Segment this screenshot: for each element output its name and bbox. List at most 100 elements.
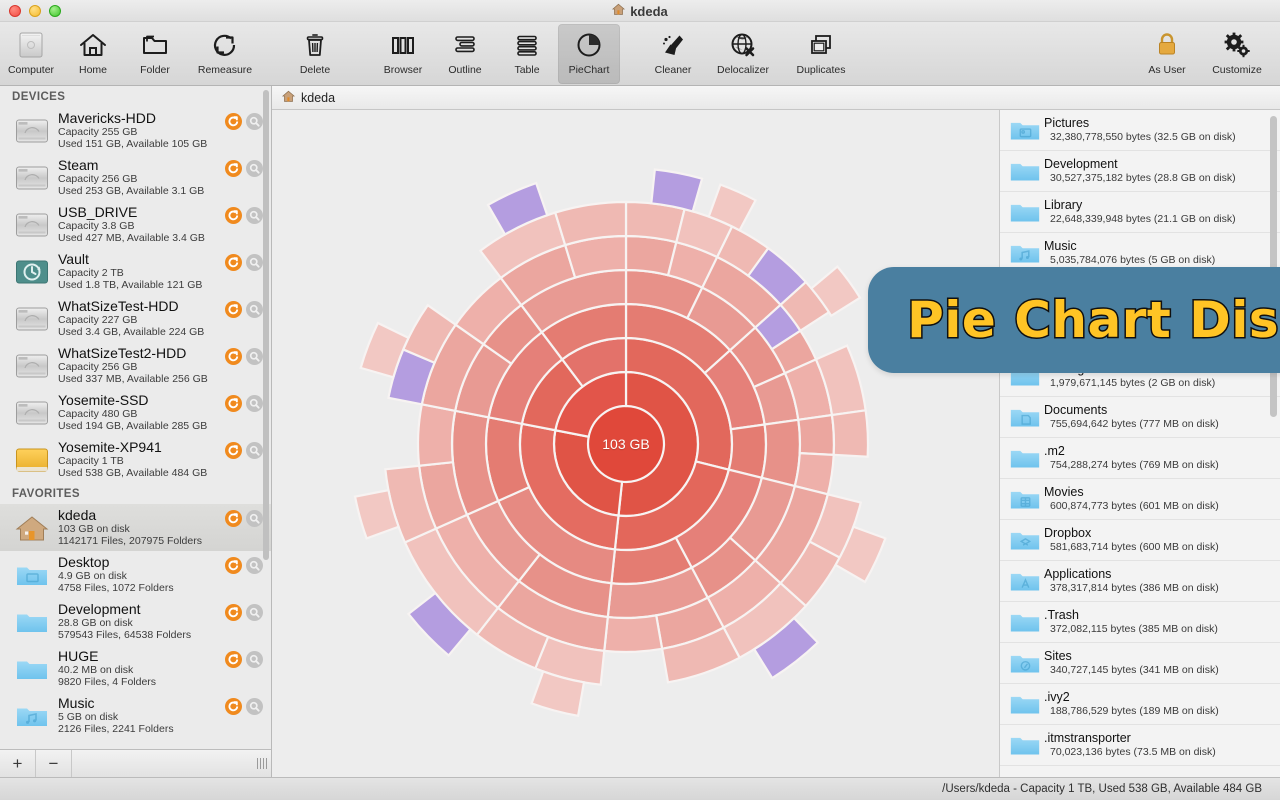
search-icon[interactable] xyxy=(246,207,263,224)
sidebar-item-music[interactable]: Music 5 GB on disk 2126 Files, 2241 Fold… xyxy=(0,692,271,739)
search-icon[interactable] xyxy=(246,254,263,271)
search-icon[interactable] xyxy=(246,301,263,318)
refresh-icon[interactable] xyxy=(225,348,242,365)
file-row-text: Pictures 32,380,778,550 bytes (32.5 GB o… xyxy=(1042,116,1266,144)
search-icon[interactable] xyxy=(246,160,263,177)
search-icon[interactable] xyxy=(246,113,263,130)
sidebar-item-capacity: Capacity 480 GB xyxy=(58,408,138,420)
file-row-name: Applications xyxy=(1044,567,1112,581)
toolbar-button-duplicates[interactable]: Duplicates xyxy=(782,24,860,84)
pie-chart-canvas[interactable]: 103 GB xyxy=(272,110,999,777)
toolbar-button-browser[interactable]: Browser xyxy=(372,24,434,84)
refresh-icon[interactable] xyxy=(225,160,242,177)
add-item-button[interactable]: + xyxy=(0,750,36,777)
sidebar-item-actions xyxy=(225,113,263,130)
search-icon[interactable] xyxy=(246,395,263,412)
file-list-row[interactable]: Movies 600,874,773 bytes (601 MB on disk… xyxy=(1000,479,1280,520)
sidebar-item-development[interactable]: Development 28.8 GB on disk 579543 Files… xyxy=(0,598,271,645)
sidebar-item-capacity: 28.8 GB on disk xyxy=(58,617,133,629)
file-list-row[interactable]: Pictures 32,380,778,550 bytes (32.5 GB o… xyxy=(1000,110,1280,151)
sidebar-item-capacity: Capacity 256 GB xyxy=(58,173,138,185)
file-row-name: .m2 xyxy=(1044,444,1065,458)
toolbar-button-as-user[interactable]: As User xyxy=(1136,24,1198,84)
sidebar-item-usb-drive[interactable]: USB_DRIVE Capacity 3.8 GB Used 427 MB, A… xyxy=(0,201,271,248)
toolbar-button-computer[interactable]: Computer xyxy=(0,24,62,84)
sidebar-section-devices: DEVICES xyxy=(12,91,66,103)
refresh-icon[interactable] xyxy=(225,207,242,224)
sidebar-item-usage: Used 253 GB, Available 3.1 GB xyxy=(58,185,205,197)
file-list-panel[interactable]: Pictures 32,380,778,550 bytes (32.5 GB o… xyxy=(999,110,1280,777)
refresh-icon[interactable] xyxy=(225,442,242,459)
file-list-row[interactable]: Documents 755,694,642 bytes (777 MB on d… xyxy=(1000,397,1280,438)
file-list-row[interactable]: .Trash 372,082,115 bytes (385 MB on disk… xyxy=(1000,602,1280,643)
remove-item-button[interactable]: − xyxy=(36,750,72,777)
toolbar-button-folder[interactable]: Folder xyxy=(124,24,186,84)
sidebar-item-kdeda[interactable]: kdeda 103 GB on disk 1142171 Files, 2079… xyxy=(0,504,271,551)
sites-folder-icon xyxy=(1008,649,1042,677)
file-list-row[interactable]: Dropbox 581,683,714 bytes (600 MB on dis… xyxy=(1000,520,1280,561)
toolbar-button-remeasure[interactable]: Remeasure xyxy=(186,24,264,84)
sidebar-item-yosemite-ssd[interactable]: Yosemite-SSD Capacity 480 GB Used 194 GB… xyxy=(0,389,271,436)
refresh-icon[interactable] xyxy=(225,301,242,318)
refresh-icon[interactable] xyxy=(225,698,242,715)
file-list-row[interactable]: .itmstransporter 70,023,136 bytes (73.5 … xyxy=(1000,725,1280,766)
toolbar-label: Duplicates xyxy=(796,64,846,76)
refresh-icon[interactable] xyxy=(225,395,242,412)
sidebar-item-usage: Used 3.4 GB, Available 224 GB xyxy=(58,326,205,338)
toolbar-button-delocalizer[interactable]: Delocalizer xyxy=(704,24,782,84)
sidebar-item-capacity: 4.9 GB on disk xyxy=(58,570,127,582)
sunburst-segment[interactable] xyxy=(727,423,768,480)
sunburst-segment[interactable] xyxy=(603,614,664,654)
sidebar-scrollbar[interactable] xyxy=(263,90,269,743)
file-list-row[interactable]: Sites 340,727,145 bytes (341 MB on disk) xyxy=(1000,643,1280,684)
search-icon[interactable] xyxy=(246,651,263,668)
toolbar-button-cleaner[interactable]: Cleaner xyxy=(642,24,704,84)
title-bar: kdeda xyxy=(0,0,1280,22)
search-icon[interactable] xyxy=(246,557,263,574)
sidebar-item-whatsizetest-hdd[interactable]: WhatSizeTest-HDD Capacity 227 GB Used 3.… xyxy=(0,295,271,342)
sidebar-item-huge[interactable]: HUGE 40.2 MB on disk 9820 Files, 4 Folde… xyxy=(0,645,271,692)
file-list-row[interactable]: Applications 378,317,814 bytes (386 MB o… xyxy=(1000,561,1280,602)
search-icon[interactable] xyxy=(246,604,263,621)
sunburst-segment[interactable] xyxy=(760,418,802,488)
search-icon[interactable] xyxy=(246,510,263,527)
sidebar-item-vault[interactable]: Vault Capacity 2 TB Used 1.8 TB, Availab… xyxy=(0,248,271,295)
toolbar-button-delete[interactable]: Delete xyxy=(284,24,346,84)
toolbar-button-home[interactable]: Home xyxy=(62,24,124,84)
toolbar-button-table[interactable]: Table xyxy=(496,24,558,84)
file-row-size: 30,527,375,182 bytes (28.8 GB on disk) xyxy=(1050,172,1236,184)
sidebar-item-desktop[interactable]: Desktop 4.9 GB on disk 4758 Files, 1072 … xyxy=(0,551,271,598)
sunburst-segment[interactable] xyxy=(797,413,836,457)
file-list-row[interactable]: Library 22,648,339,948 bytes (21.1 GB on… xyxy=(1000,192,1280,233)
toolbar-button-piechart[interactable]: PieChart xyxy=(558,24,620,84)
search-icon[interactable] xyxy=(246,348,263,365)
refresh-icon[interactable] xyxy=(225,510,242,527)
zoom-button[interactable] xyxy=(49,4,61,17)
file-row-size: 755,694,642 bytes (777 MB on disk) xyxy=(1050,418,1219,430)
close-button[interactable] xyxy=(9,4,21,17)
refresh-icon[interactable] xyxy=(225,604,242,621)
sidebar-item-mavericks-hdd[interactable]: Mavericks-HDD Capacity 255 GB Used 151 G… xyxy=(0,107,271,154)
toolbar-label: Cleaner xyxy=(654,64,692,76)
file-list-scrollbar[interactable] xyxy=(1270,116,1277,771)
sunburst-segment[interactable] xyxy=(416,403,457,467)
file-list-row[interactable]: .ivy2 188,786,529 bytes (189 MB on disk) xyxy=(1000,684,1280,725)
breadcrumb-label[interactable]: kdeda xyxy=(301,91,335,105)
sidebar-item-whatsizetest2-hdd[interactable]: WhatSizeTest2-HDD Capacity 256 GB Used 3… xyxy=(0,342,271,389)
search-icon[interactable] xyxy=(246,442,263,459)
file-list-row[interactable]: Development 30,527,375,182 bytes (28.8 G… xyxy=(1000,151,1280,192)
toolbar-button-outline[interactable]: Outline xyxy=(434,24,496,84)
refresh-icon[interactable] xyxy=(225,113,242,130)
sidebar-item-steam[interactable]: Steam Capacity 256 GB Used 253 GB, Avail… xyxy=(0,154,271,201)
file-list-row[interactable]: .m2 754,288,274 bytes (769 MB on disk) xyxy=(1000,438,1280,479)
refresh-icon[interactable] xyxy=(225,651,242,668)
refresh-icon[interactable] xyxy=(225,557,242,574)
toolbar-button-customize[interactable]: Customize xyxy=(1198,24,1276,84)
minimize-button[interactable] xyxy=(29,4,41,17)
refresh-icon[interactable] xyxy=(225,254,242,271)
sidebar-item-yosemite-xp941[interactable]: Yosemite-XP941 Capacity 1 TB Used 538 GB… xyxy=(0,436,271,483)
sunburst-segment[interactable] xyxy=(830,409,870,458)
search-icon[interactable] xyxy=(246,698,263,715)
resize-grip-icon[interactable] xyxy=(256,758,267,769)
sunburst-segment[interactable] xyxy=(650,168,704,213)
